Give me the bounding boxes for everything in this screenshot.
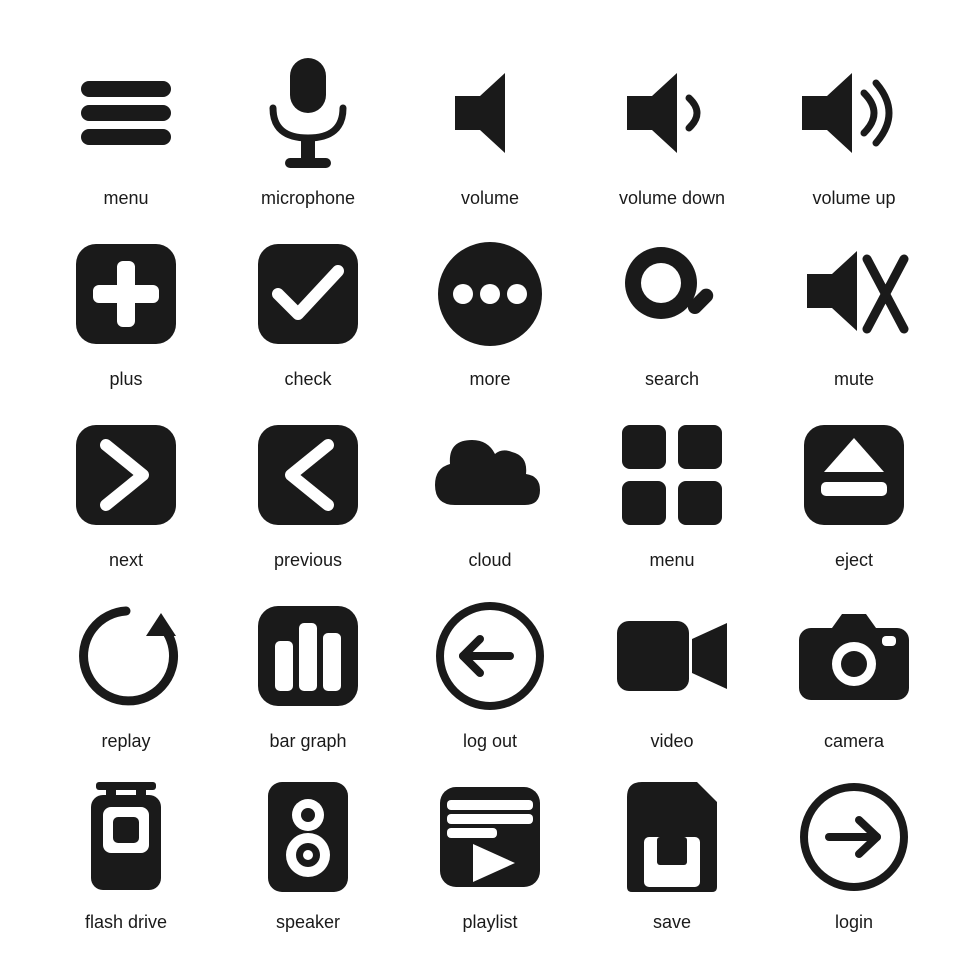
replay-cell: replay <box>40 591 212 752</box>
previous-label: previous <box>274 550 342 571</box>
playlist-label: playlist <box>462 912 517 933</box>
check-icon <box>243 229 373 359</box>
microphone-icon <box>243 48 373 178</box>
menu-icon <box>61 48 191 178</box>
mute-cell: mute <box>768 229 940 390</box>
previous-icon <box>243 410 373 540</box>
eject-cell: eject <box>768 410 940 571</box>
volume-up-cell: volume up <box>768 48 940 209</box>
more-icon <box>425 229 555 359</box>
replay-icon <box>61 591 191 721</box>
replay-label: replay <box>101 731 150 752</box>
log-out-icon <box>425 591 555 721</box>
camera-cell: camera <box>768 591 940 752</box>
login-label: login <box>835 912 873 933</box>
volume-icon <box>425 48 555 178</box>
microphone-label: microphone <box>261 188 355 209</box>
volume-down-icon <box>607 48 737 178</box>
volume-down-label: volume down <box>619 188 725 209</box>
menu-label: menu <box>103 188 148 209</box>
search-icon <box>607 229 737 359</box>
next-icon <box>61 410 191 540</box>
cloud-icon <box>425 410 555 540</box>
bar-graph-cell: bar graph <box>222 591 394 752</box>
camera-label: camera <box>824 731 884 752</box>
bar-graph-icon <box>243 591 373 721</box>
menu-cell: menu <box>40 48 212 209</box>
microphone-cell: microphone <box>222 48 394 209</box>
save-cell: save <box>586 772 758 933</box>
next-cell: next <box>40 410 212 571</box>
playlist-icon <box>425 772 555 902</box>
speaker-cell: speaker <box>222 772 394 933</box>
more-label: more <box>469 369 510 390</box>
volume-down-cell: volume down <box>586 48 758 209</box>
volume-label: volume <box>461 188 519 209</box>
video-label: video <box>650 731 693 752</box>
mute-icon <box>789 229 919 359</box>
speaker-icon <box>243 772 373 902</box>
previous-cell: previous <box>222 410 394 571</box>
menu-grid-icon <box>607 410 737 540</box>
volume-cell: volume <box>404 48 576 209</box>
plus-cell: plus <box>40 229 212 390</box>
volume-up-icon <box>789 48 919 178</box>
log-out-label: log out <box>463 731 517 752</box>
video-icon <box>607 591 737 721</box>
plus-label: plus <box>109 369 142 390</box>
save-label: save <box>653 912 691 933</box>
flash-drive-icon <box>61 772 191 902</box>
volume-up-label: volume up <box>812 188 895 209</box>
playlist-cell: playlist <box>404 772 576 933</box>
video-cell: video <box>586 591 758 752</box>
eject-icon <box>789 410 919 540</box>
save-icon <box>607 772 737 902</box>
mute-label: mute <box>834 369 874 390</box>
speaker-label: speaker <box>276 912 340 933</box>
log-out-cell: log out <box>404 591 576 752</box>
more-cell: more <box>404 229 576 390</box>
icon-grid: menu microphone volume <box>0 8 980 973</box>
plus-icon <box>61 229 191 359</box>
check-label: check <box>284 369 331 390</box>
search-cell: search <box>586 229 758 390</box>
flash-drive-cell: flash drive <box>40 772 212 933</box>
cloud-cell: cloud <box>404 410 576 571</box>
next-label: next <box>109 550 143 571</box>
eject-label: eject <box>835 550 873 571</box>
check-cell: check <box>222 229 394 390</box>
menu-grid-label: menu <box>649 550 694 571</box>
login-cell: login <box>768 772 940 933</box>
flash-drive-label: flash drive <box>85 912 167 933</box>
search-label: search <box>645 369 699 390</box>
camera-icon <box>789 591 919 721</box>
menu-grid-cell: menu <box>586 410 758 571</box>
login-icon <box>789 772 919 902</box>
bar-graph-label: bar graph <box>269 731 346 752</box>
cloud-label: cloud <box>468 550 511 571</box>
